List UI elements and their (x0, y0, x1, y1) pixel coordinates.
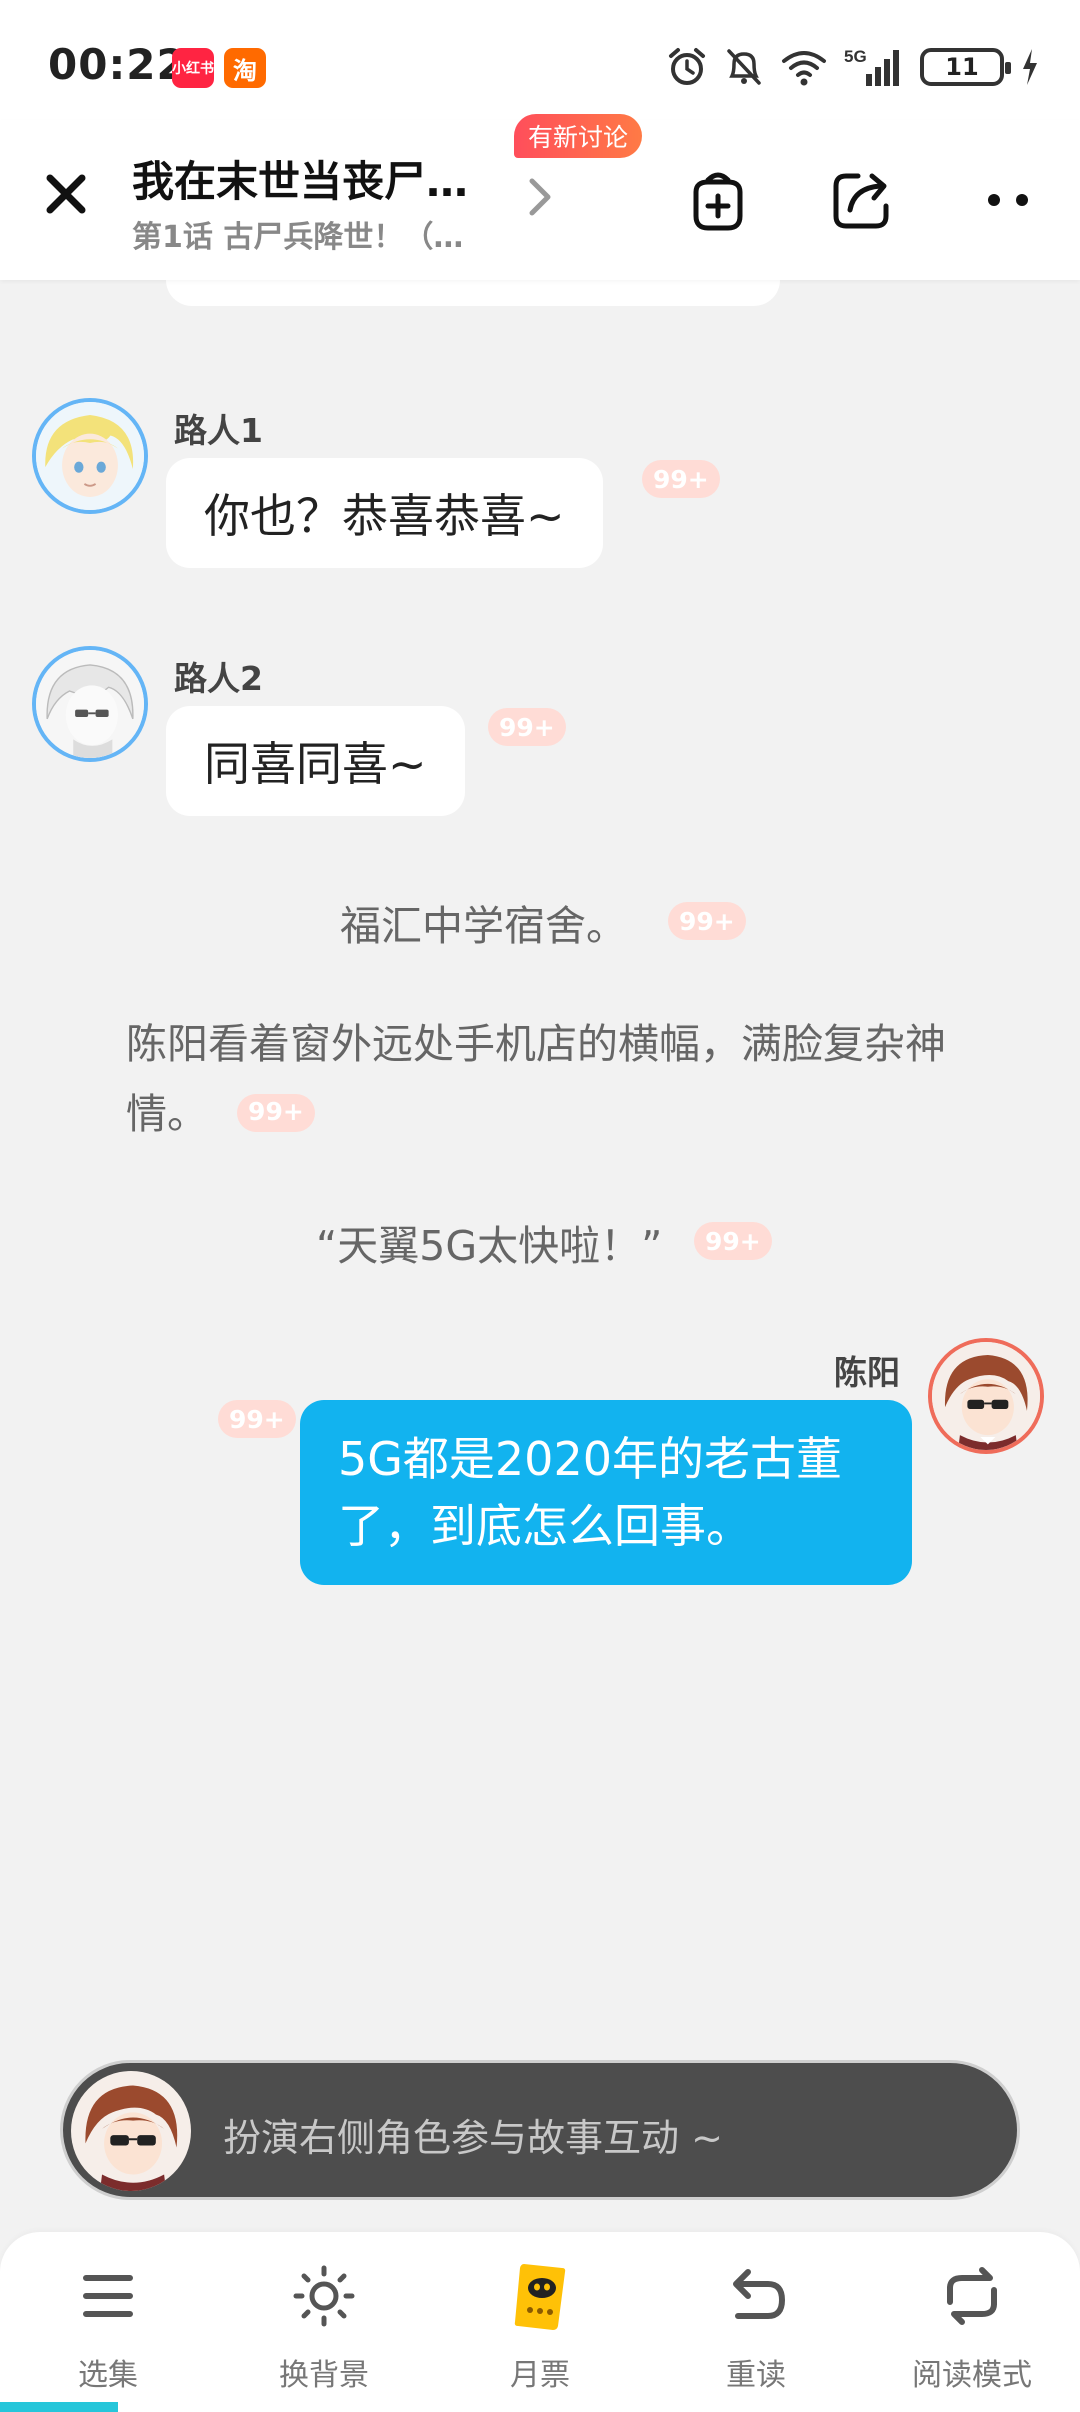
nav-reread[interactable]: 重读 (666, 2260, 846, 2394)
comment-count-badge[interactable]: 99+ (694, 1222, 772, 1260)
narration-text[interactable]: 福汇中学宿舍。 (340, 892, 627, 962)
wifi-icon (782, 51, 826, 86)
add-bag-icon (693, 172, 743, 231)
charging-icon (1023, 49, 1037, 85)
roleplay-placeholder: 扮演右侧角色参与故事互动 ~ (223, 2116, 723, 2160)
roleplay-input[interactable]: 扮演右侧角色参与故事互动 ~ (60, 2060, 1020, 2200)
comment-count-badge[interactable]: 99+ (668, 902, 746, 940)
network-type: 5G (844, 47, 867, 66)
status-time: 00:22 (48, 40, 187, 89)
monthly-ticket-icon (450, 2260, 630, 2332)
add-bag-button[interactable] (680, 162, 756, 238)
comment-count-badge[interactable]: 99+ (237, 1093, 315, 1132)
narration-text[interactable]: “天翼5G太快啦！” (316, 1212, 662, 1282)
more-icon (988, 194, 1028, 206)
nav-label: 重读 (726, 2358, 786, 2393)
comment-count-badge[interactable]: 99+ (218, 1400, 296, 1438)
nav-label: 换背景 (279, 2358, 369, 2393)
speaker-name: 陈阳 (834, 1353, 900, 1392)
comment-count-badge[interactable]: 99+ (642, 460, 720, 498)
status-icons: 5G 11 (666, 40, 1040, 94)
share-icon (833, 173, 889, 229)
share-button[interactable] (824, 162, 900, 238)
sun-icon (234, 2260, 414, 2332)
reread-icon (666, 2260, 846, 2332)
alarm-icon (669, 48, 705, 85)
message-bubble[interactable]: 你也？恭喜恭喜~ (166, 458, 603, 568)
nav-episodes[interactable]: 选集 (18, 2260, 198, 2394)
nav-label: 月票 (510, 2358, 570, 2393)
nav-monthly-ticket[interactable]: 月票 (450, 2260, 630, 2394)
blonde-avatar[interactable] (32, 398, 148, 514)
signal-icon: 5G (844, 47, 899, 86)
new-discussion-badge[interactable]: 有新讨论 (514, 114, 643, 158)
nav-read-mode[interactable]: 阅读模式 (882, 2260, 1062, 2394)
episode-subtitle[interactable]: 第1话 古尸兵降世！（… (132, 212, 463, 256)
nav-label: 阅读模式 (912, 2358, 1032, 2393)
home-indicator (0, 2402, 118, 2412)
message-bubble[interactable]: 同喜同喜~ (166, 706, 465, 816)
close-button[interactable] (36, 164, 96, 224)
narration-text[interactable]: 陈阳看着窗外远处手机店的横幅，满脸复杂神情。 99+ (126, 1010, 946, 1149)
comment-count-badge[interactable]: 99+ (488, 708, 566, 746)
chat-area: 路人1 你也？恭喜恭喜~ 99+ 路人2 同喜同喜~ 99+ 福汇中学宿舍。 9… (0, 260, 1080, 2060)
battery-icon: 11 (920, 48, 1011, 86)
status-bar: 00:22 小红书 淘 5G 11 (0, 0, 1080, 120)
self-message-bubble[interactable]: 5G都是2020年的老古董了，到底怎么回事。 (300, 1400, 912, 1586)
chevron-right-icon[interactable] (520, 172, 560, 222)
white-hair-avatar[interactable] (32, 646, 148, 762)
nav-change-background[interactable]: 换背景 (234, 2260, 414, 2394)
xiaohongshu-app-icon: 小红书 (172, 48, 214, 88)
speaker-name: 路人1 (174, 411, 263, 450)
taobao-app-icon: 淘 (224, 48, 266, 88)
roleplay-avatar (71, 2071, 191, 2191)
speaker-name: 路人2 (174, 659, 263, 698)
list-icon (18, 2260, 198, 2332)
story-title[interactable]: 我在末世当丧尸… (132, 148, 468, 209)
close-icon (46, 174, 86, 214)
mute-bell-icon (727, 49, 761, 85)
bottom-nav: 选集 换背景 月票 重读 阅读模式 (0, 2232, 1080, 2412)
more-button[interactable] (970, 162, 1046, 238)
nav-label: 选集 (78, 2358, 138, 2393)
chenyang-avatar[interactable] (928, 1338, 1044, 1454)
read-mode-icon (882, 2260, 1062, 2332)
